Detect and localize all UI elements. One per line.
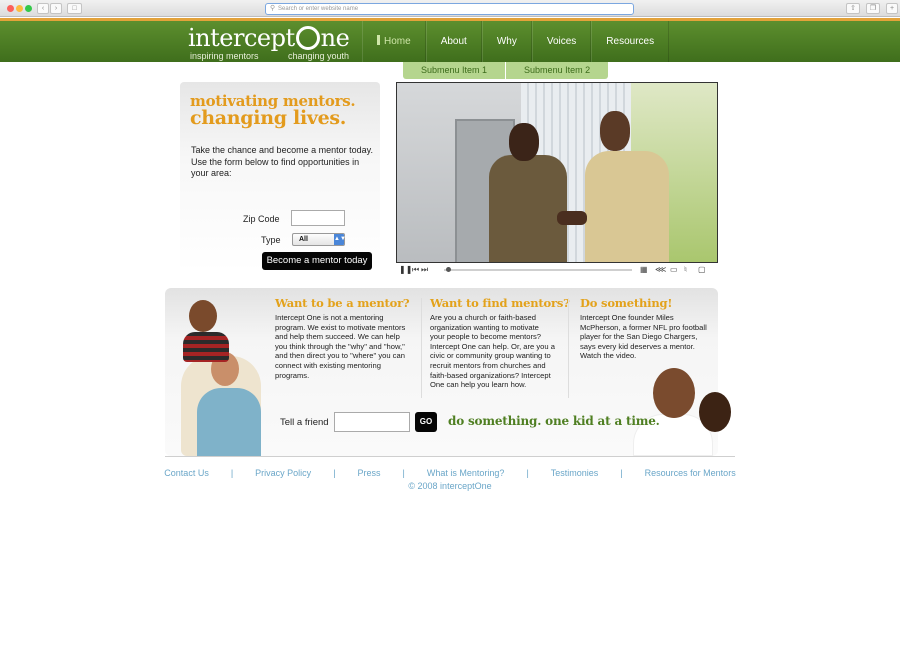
footer-link-contact[interactable]: Contact Us (164, 468, 209, 478)
minimize-window-icon[interactable] (16, 5, 23, 12)
site-header: intercept ne inspiring mentors changing y… (0, 18, 900, 62)
column-find-mentors: Want to find mentors? Are you a church o… (430, 296, 570, 390)
tabs-icon[interactable]: ❐ (866, 3, 880, 14)
forward-icon[interactable]: › (50, 3, 62, 14)
nav-about[interactable]: About (425, 21, 482, 62)
footer-separator: | (230, 468, 234, 478)
tell-friend-input[interactable] (334, 412, 410, 432)
photo-part (653, 368, 695, 418)
zip-code-input[interactable] (291, 210, 345, 226)
browser-toolbar: ‹ › □ ⚲ Search or enter website name ⇧ ❐… (0, 0, 900, 17)
nav-resources[interactable]: Resources (591, 21, 670, 62)
slogan: do something. one kid at a time. (448, 414, 660, 428)
submenu: Submenu Item 1 Submenu Item 2 (403, 62, 609, 79)
next-icon[interactable]: ⏭ (421, 265, 428, 275)
logo-tagline-left: inspiring mentors (190, 51, 259, 61)
nav-home[interactable]: Home (362, 21, 426, 62)
type-label: Type (261, 235, 281, 245)
video-person-shirt-head (600, 111, 630, 151)
site-footer: Contact Us | Privacy Policy | Press | Wh… (0, 468, 900, 491)
footer-separator: | (526, 468, 529, 478)
become-mentor-button[interactable]: Become a mentor today (262, 252, 372, 270)
column-find-mentors-heading: Want to find mentors? (430, 296, 570, 310)
column-divider (421, 298, 422, 398)
volume-icon[interactable]: ♮ (684, 265, 687, 274)
footer-link-resources[interactable]: Resources for Mentors (645, 468, 736, 478)
footer-divider (165, 456, 735, 457)
chevron-down-icon: ▲▼ (334, 234, 346, 245)
logo-tagline-right: changing youth (288, 51, 350, 61)
video-person-suit (489, 155, 567, 262)
video-progress-track[interactable] (444, 269, 632, 271)
column-do-something-body: Intercept One founder Miles McPherson, a… (580, 313, 707, 361)
promo-headline-2: changing lives. (190, 107, 347, 129)
photo-part (699, 392, 731, 432)
footer-separator: | (402, 468, 405, 478)
footer-separator: | (333, 468, 336, 478)
mentor-finder-panel: motivating mentors. changing lives. Take… (180, 82, 380, 272)
address-bar[interactable]: ⚲ Search or enter website name (265, 3, 634, 15)
video-handshake (557, 211, 587, 225)
photo-part (197, 388, 261, 456)
tell-friend-label: Tell a friend (280, 417, 329, 428)
column-do-something-heading: Do something! (580, 296, 673, 310)
submenu-item-2[interactable]: Submenu Item 2 (505, 62, 608, 79)
video-player[interactable] (396, 82, 718, 263)
address-bar-placeholder: Search or enter website name (278, 6, 359, 12)
sidebar-icon[interactable]: □ (67, 3, 82, 14)
column-divider (568, 298, 569, 398)
type-select[interactable]: All ▲▼ (292, 233, 346, 246)
photo-part (189, 300, 217, 332)
footer-link-privacy[interactable]: Privacy Policy (255, 468, 311, 478)
submenu-item-1[interactable]: Submenu Item 1 (403, 62, 505, 79)
new-tab-icon[interactable]: + (886, 3, 898, 14)
column-be-mentor-heading: Want to be a mentor? (275, 296, 410, 310)
footer-link-press[interactable]: Press (358, 468, 381, 478)
promo-intro: Take the chance and become a mentor toda… (191, 145, 373, 178)
screen-icon[interactable]: ▭ (670, 265, 678, 274)
previous-icon[interactable]: ⏮ (412, 265, 419, 275)
footer-link-testimonies[interactable]: Testimonies (551, 468, 599, 478)
zoom-window-icon[interactable] (25, 5, 32, 12)
type-select-value: All (299, 236, 308, 243)
share-icon[interactable]: ⇧ (846, 3, 860, 14)
footer-link-what-is-mentoring[interactable]: What is Mentoring? (427, 468, 505, 478)
column-be-mentor: Want to be a mentor? Intercept One is no… (275, 296, 413, 380)
column-be-mentor-body: Intercept One is not a mentoring program… (275, 313, 406, 380)
tell-friend-go-button[interactable]: GO (415, 412, 437, 432)
copyright: © 2008 interceptOne (408, 481, 492, 491)
chapters-icon[interactable]: ▦ (640, 265, 648, 274)
video-person-suit-head (509, 123, 539, 161)
footer-separator: | (620, 468, 623, 478)
close-window-icon[interactable] (7, 5, 14, 12)
logo-wordmark: intercept ne (188, 24, 350, 52)
column-find-mentors-body: Are you a church or faith-based organiza… (430, 313, 555, 390)
fullscreen-icon[interactable]: ▢ (698, 265, 706, 274)
site-logo[interactable]: intercept ne inspiring mentors changing y… (188, 24, 350, 61)
back-icon[interactable]: ‹ (37, 3, 49, 14)
column-do-something: Do something! Intercept One founder Mile… (580, 296, 715, 361)
zip-code-label: Zip Code (243, 214, 280, 224)
pause-icon[interactable]: ❚❚ (399, 266, 412, 274)
logo-ring-icon (295, 26, 320, 50)
photo-part (183, 332, 229, 362)
share-video-icon[interactable]: ⋘ (655, 265, 666, 274)
nav-voices[interactable]: Voices (531, 21, 592, 62)
search-icon: ⚲ (270, 5, 276, 12)
photo-boy-on-shoulders (167, 296, 275, 456)
photo-two-girls (623, 362, 735, 456)
video-controls: ❚❚ ⏮ ⏭ ▦ ⋘ ▭ ♮ ▢ (396, 264, 718, 276)
video-progress-handle[interactable] (446, 267, 451, 272)
video-person-shirt (585, 151, 669, 262)
nav-why[interactable]: Why (481, 21, 532, 62)
main-nav: Home About Why Voices Resources (362, 21, 670, 62)
